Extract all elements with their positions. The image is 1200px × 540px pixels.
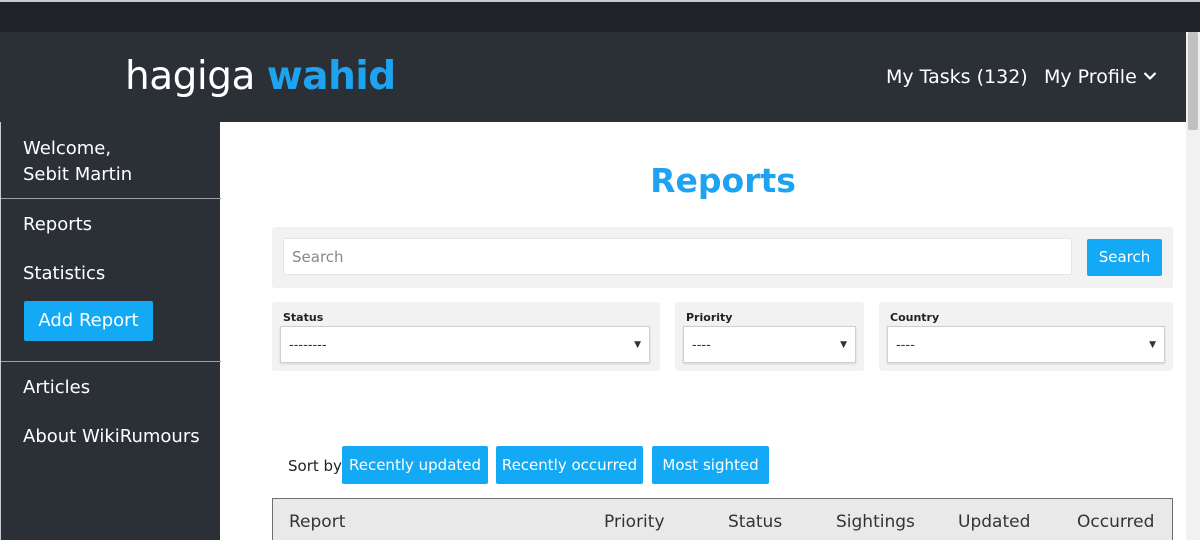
priority-select-value: ---- — [692, 338, 711, 353]
site-header: hagiga wahid My Tasks (132) My Profile — [0, 32, 1200, 122]
search-input[interactable]: Search — [283, 238, 1072, 275]
sidebar-item-about[interactable]: About WikiRumours — [23, 425, 200, 449]
column-header-report[interactable]: Report — [289, 512, 345, 532]
sidebar: Welcome, Sebit Martin Reports Statistics… — [0, 122, 221, 540]
sort-most-sighted-button[interactable]: Most sighted — [652, 446, 769, 484]
caret-down-icon: ▼ — [634, 340, 641, 350]
user-name: Sebit Martin — [23, 164, 133, 185]
nav-my-profile[interactable]: My Profile — [1044, 66, 1157, 88]
nav-my-tasks[interactable]: My Tasks (132) — [886, 66, 1028, 88]
status-select[interactable]: -------- ▼ — [280, 326, 650, 363]
country-select[interactable]: ---- ▼ — [887, 326, 1165, 363]
status-filter: Status -------- ▼ — [272, 302, 660, 371]
sort-label: Sort by — [288, 457, 342, 475]
add-report-button[interactable]: Add Report — [24, 301, 153, 341]
column-header-updated[interactable]: Updated — [958, 512, 1030, 532]
country-select-value: ---- — [896, 338, 915, 353]
welcome-line: Welcome, — [23, 138, 112, 159]
scrollbar-thumb[interactable] — [1188, 32, 1198, 130]
sort-recently-updated-button[interactable]: Recently updated — [342, 446, 488, 484]
logo-bold-text: wahid — [266, 54, 396, 99]
page-title: Reports — [650, 161, 796, 200]
site-logo[interactable]: hagiga wahid — [125, 54, 396, 100]
nav-my-profile-label: My Profile — [1044, 66, 1137, 88]
sidebar-item-articles[interactable]: Articles — [23, 376, 90, 400]
sidebar-item-reports[interactable]: Reports — [23, 213, 92, 237]
priority-select[interactable]: ---- ▼ — [683, 326, 856, 363]
column-header-sightings[interactable]: Sightings — [836, 512, 915, 532]
caret-down-icon: ▼ — [1149, 340, 1156, 350]
reports-table-header — [272, 498, 1173, 540]
search-button[interactable]: Search — [1087, 239, 1162, 276]
priority-filter-label: Priority — [686, 311, 733, 324]
status-filter-label: Status — [283, 311, 324, 324]
sidebar-divider — [1, 198, 221, 199]
country-filter: Country ---- ▼ — [879, 302, 1173, 371]
welcome-message: Welcome, Sebit Martin — [23, 136, 132, 188]
sort-recently-occurred-button[interactable]: Recently occurred — [496, 446, 643, 484]
chevron-down-icon — [1143, 72, 1157, 81]
browser-top-strip — [0, 0, 1200, 32]
sidebar-divider — [1, 361, 221, 362]
status-select-value: -------- — [289, 338, 327, 353]
sidebar-item-statistics[interactable]: Statistics — [23, 262, 105, 286]
priority-filter: Priority ---- ▼ — [675, 302, 864, 371]
column-header-status[interactable]: Status — [728, 512, 782, 532]
logo-light-text: hagiga — [125, 54, 255, 99]
column-header-occurred[interactable]: Occurred — [1077, 512, 1154, 532]
caret-down-icon: ▼ — [840, 340, 847, 350]
country-filter-label: Country — [890, 311, 940, 324]
column-header-priority[interactable]: Priority — [604, 512, 665, 532]
